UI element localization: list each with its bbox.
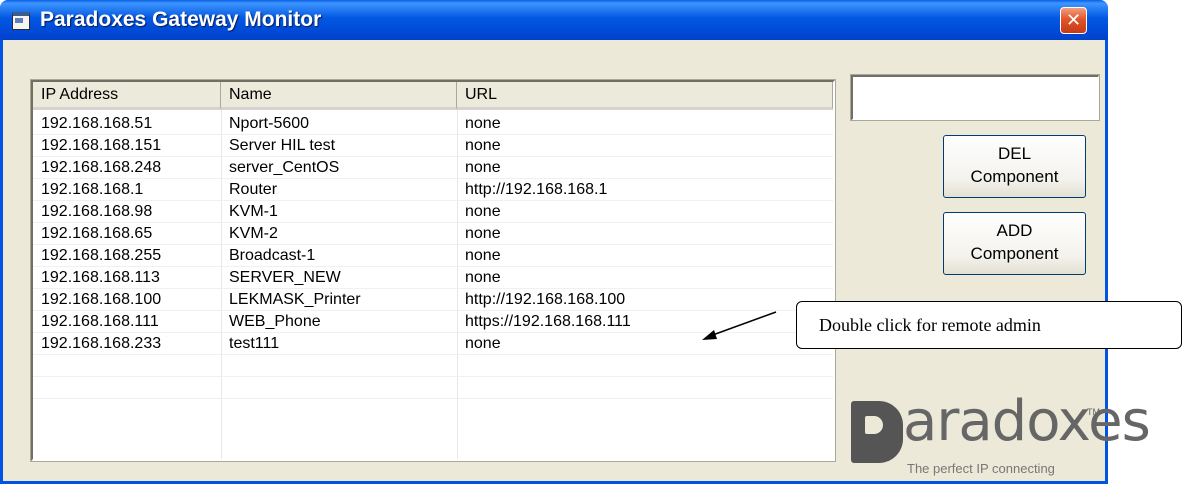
cell-ip: 192.168.168.65 bbox=[41, 225, 153, 242]
add-button-line1: ADD bbox=[996, 221, 1033, 240]
cell-name: SERVER_NEW bbox=[229, 269, 341, 286]
table-row[interactable]: 192.168.168.65 KVM-2 none bbox=[33, 223, 833, 245]
logo-trademark: TM bbox=[1087, 407, 1100, 417]
cell-name: Server HIL test bbox=[229, 137, 336, 154]
cell-url: none bbox=[465, 203, 501, 220]
cell-ip: 192.168.168.233 bbox=[41, 335, 162, 352]
cell-ip: 192.168.168.255 bbox=[41, 247, 162, 264]
cell-url: none bbox=[465, 269, 501, 286]
table-row[interactable]: 192.168.168.151 Server HIL test none bbox=[33, 135, 833, 157]
table-row[interactable]: 192.168.168.255 Broadcast-1 none bbox=[33, 245, 833, 267]
cell-url: none bbox=[465, 247, 501, 264]
cell-url: http://192.168.168.100 bbox=[465, 291, 626, 308]
app-window-icon bbox=[12, 12, 30, 30]
column-header-ip[interactable]: IP Address bbox=[33, 82, 221, 110]
cell-url: none bbox=[465, 137, 501, 154]
close-icon: ✕ bbox=[1065, 10, 1082, 30]
cell-ip: 192.168.168.111 bbox=[41, 313, 159, 330]
remote-admin-callout: Double click for remote admin bbox=[796, 301, 1182, 349]
table-row[interactable]: 192.168.168.113 SERVER_NEW none bbox=[33, 267, 833, 289]
cell-name: WEB_Phone bbox=[229, 313, 321, 330]
add-component-button[interactable]: ADD Component bbox=[943, 212, 1086, 275]
cell-ip: 192.168.168.1 bbox=[41, 181, 144, 198]
component-input[interactable] bbox=[850, 74, 1100, 121]
cell-ip: 192.168.168.248 bbox=[41, 159, 162, 176]
cell-name: Nport-5600 bbox=[229, 115, 310, 132]
cell-name: KVM-1 bbox=[229, 203, 278, 220]
add-button-line2: Component bbox=[970, 244, 1059, 263]
cell-ip: 192.168.168.100 bbox=[41, 291, 162, 308]
cell-name: KVM-2 bbox=[229, 225, 278, 242]
table-row[interactable]: 192.168.168.51 Nport-5600 none bbox=[33, 113, 833, 135]
cell-url: http://192.168.168.1 bbox=[465, 181, 608, 198]
logo-wordmark: aradoxes bbox=[903, 389, 1151, 454]
cell-name: Broadcast-1 bbox=[229, 247, 316, 264]
row-gridline bbox=[33, 376, 833, 377]
window-title: Paradoxes Gateway Monitor bbox=[40, 8, 322, 31]
cell-name: server_CentOS bbox=[229, 159, 340, 176]
cell-url: none bbox=[465, 335, 501, 352]
cell-ip: 192.168.168.98 bbox=[41, 203, 153, 220]
logo-tagline: The perfect IP connecting bbox=[907, 461, 1055, 476]
cell-url: none bbox=[465, 159, 501, 176]
gateway-monitor-window: Paradoxes Gateway Monitor ✕ IP Address N… bbox=[0, 0, 1151, 484]
table-row[interactable]: 192.168.168.100 LEKMASK_Printer http://192… bbox=[33, 289, 833, 311]
del-button-line2: Component bbox=[970, 167, 1059, 186]
cell-url: none bbox=[465, 225, 501, 242]
logo-p-mark bbox=[851, 401, 903, 463]
title-bar[interactable]: Paradoxes Gateway Monitor ✕ bbox=[0, 0, 1108, 40]
table-row[interactable]: 192.168.168.248 server_CentOS none bbox=[33, 157, 833, 179]
del-button-line1: DEL bbox=[997, 144, 1032, 163]
close-button[interactable]: ✕ bbox=[1060, 7, 1087, 34]
cell-ip: 192.168.168.151 bbox=[41, 137, 162, 154]
cell-name: Router bbox=[229, 181, 278, 198]
cell-name: test111 bbox=[229, 335, 280, 352]
cell-name: LEKMASK_Printer bbox=[229, 291, 361, 308]
component-list[interactable]: IP Address Name URL 192.168.168.51 Nport-… bbox=[30, 79, 836, 462]
cell-ip: 192.168.168.113 bbox=[41, 269, 160, 286]
pointer-arrow-icon bbox=[702, 311, 777, 340]
cell-url: none bbox=[465, 115, 501, 132]
column-header-url[interactable]: URL bbox=[457, 82, 833, 110]
row-gridline bbox=[33, 398, 833, 399]
column-header-name[interactable]: Name bbox=[221, 82, 457, 110]
paradoxes-logo: aradoxes TM The perfect IP connecting bbox=[851, 389, 1151, 481]
del-component-button[interactable]: DEL Component bbox=[943, 135, 1086, 198]
cell-ip: 192.168.168.51 bbox=[41, 115, 153, 132]
table-row[interactable]: 192.168.168.1 Router http://192.168.168.1 bbox=[33, 179, 833, 201]
cell-url: https://192.168.168.111 bbox=[465, 313, 631, 330]
table-row[interactable]: 192.168.168.98 KVM-1 none bbox=[33, 201, 833, 223]
